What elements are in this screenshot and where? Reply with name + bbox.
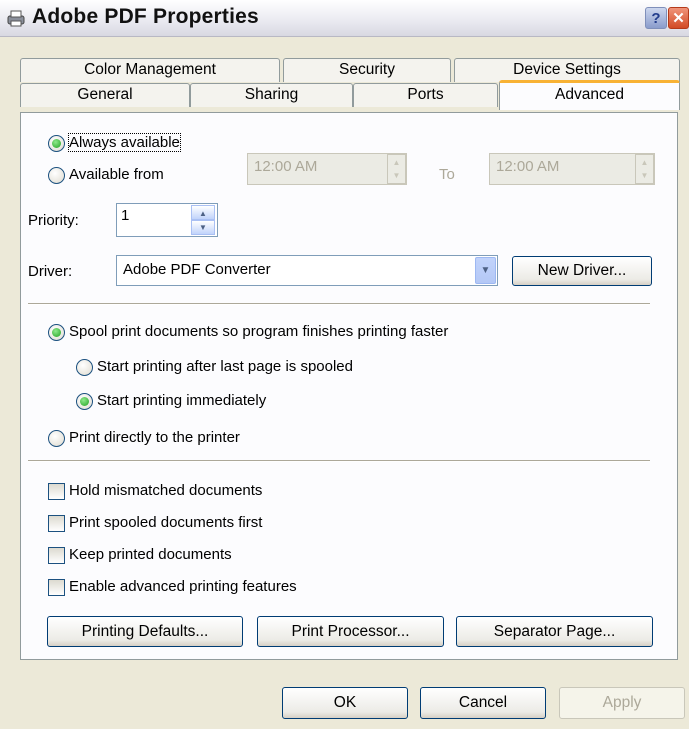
printer-icon bbox=[7, 10, 25, 27]
keep-printed-label[interactable]: Keep printed documents bbox=[69, 546, 232, 563]
apply-button[interactable]: Apply bbox=[559, 687, 685, 719]
available-from-radio[interactable] bbox=[48, 167, 65, 184]
ok-button[interactable]: OK bbox=[282, 687, 408, 719]
priority-value: 1 bbox=[121, 207, 130, 224]
keep-printed-checkbox[interactable] bbox=[48, 547, 65, 564]
print-spooled-first-checkbox[interactable] bbox=[48, 515, 65, 532]
spool-label[interactable]: Spool print documents so program finishe… bbox=[69, 323, 448, 340]
start-after-last-radio[interactable] bbox=[76, 359, 93, 376]
priority-spinner[interactable]: ▲ ▼ bbox=[191, 205, 215, 235]
hold-mismatched-label[interactable]: Hold mismatched documents bbox=[69, 482, 262, 499]
tab-sharing[interactable]: Sharing bbox=[190, 83, 353, 107]
from-time-spinner[interactable]: ▲ ▼ bbox=[387, 154, 406, 184]
available-from-label[interactable]: Available from bbox=[69, 166, 164, 183]
separator bbox=[28, 303, 650, 305]
print-processor-button[interactable]: Print Processor... bbox=[257, 616, 444, 647]
to-time-field[interactable]: 12:00 AM bbox=[489, 153, 655, 185]
new-driver-button[interactable]: New Driver... bbox=[512, 256, 652, 286]
separator-page-button[interactable]: Separator Page... bbox=[456, 616, 653, 647]
to-time-value: 12:00 AM bbox=[496, 158, 560, 175]
spin-up-icon[interactable]: ▲ bbox=[388, 155, 405, 169]
advanced-panel: Always available Available from 12:00 AM… bbox=[20, 112, 678, 660]
chevron-down-icon[interactable]: ▼ bbox=[475, 257, 496, 284]
start-immediately-label[interactable]: Start printing immediately bbox=[97, 392, 266, 409]
print-spooled-first-label[interactable]: Print spooled documents first bbox=[69, 514, 262, 531]
print-direct-radio[interactable] bbox=[48, 430, 65, 447]
from-time-value: 12:00 AM bbox=[254, 158, 318, 175]
driver-value: Adobe PDF Converter bbox=[123, 261, 271, 278]
tab-color-management[interactable]: Color Management bbox=[20, 58, 280, 82]
printing-defaults-button[interactable]: Printing Defaults... bbox=[47, 616, 243, 647]
print-direct-label[interactable]: Print directly to the printer bbox=[69, 429, 240, 446]
help-button[interactable]: ? bbox=[645, 7, 667, 29]
tab-ports[interactable]: Ports bbox=[353, 83, 498, 107]
always-available-label[interactable]: Always available bbox=[68, 133, 181, 152]
enable-advanced-checkbox[interactable] bbox=[48, 579, 65, 596]
start-after-last-label[interactable]: Start printing after last page is spoole… bbox=[97, 358, 353, 375]
to-label: To bbox=[439, 166, 455, 183]
separator bbox=[28, 460, 650, 462]
enable-advanced-label[interactable]: Enable advanced printing features bbox=[69, 578, 297, 595]
spool-radio[interactable] bbox=[48, 324, 65, 341]
spin-down-icon[interactable]: ▼ bbox=[191, 220, 215, 235]
cancel-button[interactable]: Cancel bbox=[420, 687, 546, 719]
driver-combo[interactable]: Adobe PDF Converter ▼ bbox=[116, 255, 498, 286]
tab-general[interactable]: General bbox=[20, 83, 190, 107]
hold-mismatched-checkbox[interactable] bbox=[48, 483, 65, 500]
title-bar[interactable]: Adobe PDF Properties ? ✕ bbox=[0, 0, 689, 37]
tab-device-settings[interactable]: Device Settings bbox=[454, 58, 680, 82]
always-available-radio[interactable] bbox=[48, 135, 65, 152]
close-button[interactable]: ✕ bbox=[668, 7, 689, 29]
spin-down-icon[interactable]: ▼ bbox=[388, 169, 405, 183]
start-immediately-radio[interactable] bbox=[76, 393, 93, 410]
tab-advanced[interactable]: Advanced bbox=[499, 80, 680, 110]
to-time-spinner[interactable]: ▲ ▼ bbox=[635, 154, 654, 184]
priority-label: Priority: bbox=[28, 212, 79, 229]
window-title: Adobe PDF Properties bbox=[32, 5, 259, 28]
tab-security[interactable]: Security bbox=[283, 58, 451, 82]
driver-label: Driver: bbox=[28, 263, 73, 280]
spin-up-icon[interactable]: ▲ bbox=[636, 155, 653, 169]
from-time-field[interactable]: 12:00 AM bbox=[247, 153, 407, 185]
spin-up-icon[interactable]: ▲ bbox=[191, 205, 215, 220]
spin-down-icon[interactable]: ▼ bbox=[636, 169, 653, 183]
